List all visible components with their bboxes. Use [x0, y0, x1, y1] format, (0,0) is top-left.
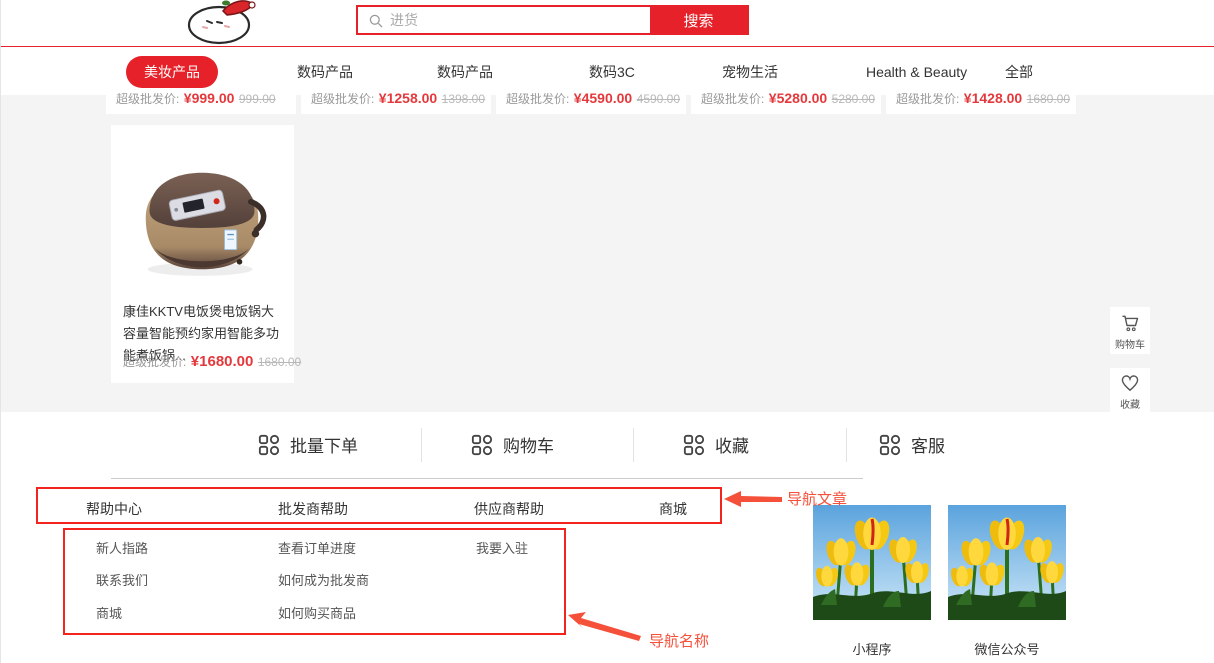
qr-mini-program-label: 小程序 [813, 639, 931, 658]
tulip-photo [813, 505, 931, 620]
service-divider [421, 428, 422, 462]
footer-link-how-to-buy[interactable]: 如何购买商品 [278, 603, 356, 622]
side-cart-button[interactable]: 购物车 [1110, 307, 1150, 354]
price-value: ¥4590.00 [574, 93, 632, 106]
price-original: 4590.00 [637, 93, 680, 106]
price-label: 超级批发价: [896, 93, 959, 106]
service-label: 收藏 [715, 432, 749, 457]
tab-digital-products-1[interactable]: 数码产品 [297, 62, 353, 82]
footer-link-contact-us[interactable]: 联系我们 [96, 570, 148, 589]
price-original: 1680.00 [1027, 93, 1070, 106]
price-original: 5280.00 [832, 93, 875, 106]
search-icon [368, 13, 384, 29]
price-value: ¥999.00 [184, 93, 235, 106]
footer-divider-line [111, 478, 863, 479]
product-card-clipped-2[interactable]: 超级批发价: ¥1258.00 1398.00 [301, 93, 491, 114]
product-card-clipped-5[interactable]: 超级批发价: ¥1428.00 1680.00 [886, 93, 1076, 114]
page: 搜索 美妆产品 数码产品 数码产品 数码3C 宠物生活 Health & Bea… [0, 0, 1214, 663]
footer-link-mall[interactable]: 商城 [96, 603, 122, 622]
product-card-clipped-4[interactable]: 超级批发价: ¥5280.00 5280.00 [691, 93, 881, 114]
site-logo[interactable] [173, 0, 269, 45]
heart-icon [1120, 374, 1140, 393]
cartoon-face-santa-hat-icon [173, 0, 269, 45]
grid-icon [258, 434, 280, 456]
footer-nav-mall[interactable]: 商城 [659, 499, 687, 519]
service-label: 客服 [911, 432, 945, 457]
tab-health-beauty[interactable]: Health & Beauty [866, 62, 967, 82]
price-value: ¥1680.00 [191, 353, 254, 370]
product-card-rice-cooker[interactable]: 康佳KKTV电饭煲电饭锅大容量智能预约家用智能多功能煮饭锅... 超级批发价: … [111, 125, 294, 383]
footer-service-cart[interactable]: 购物车 [471, 432, 554, 457]
grid-icon [471, 434, 493, 456]
footer-link-order-progress[interactable]: 查看订单进度 [278, 538, 356, 557]
footer-nav-wholesaler-help[interactable]: 批发商帮助 [278, 499, 348, 519]
service-divider [633, 428, 634, 462]
price-value: ¥1258.00 [379, 93, 437, 106]
side-cart-label: 购物车 [1110, 340, 1150, 352]
price-original: 999.00 [239, 93, 276, 106]
grid-icon [683, 434, 705, 456]
footer-nav-help-center[interactable]: 帮助中心 [86, 499, 142, 519]
header: 搜索 [1, 0, 1214, 47]
product-card-clipped-1[interactable]: 超级批发价: ¥999.00 999.00 [106, 93, 296, 114]
price-label: 超级批发价: [123, 355, 186, 369]
price-label: 超级批发价: [311, 93, 374, 106]
price-label: 超级批发价: [701, 93, 764, 106]
price-value: ¥5280.00 [769, 93, 827, 106]
tab-all[interactable]: 全部 [1005, 62, 1033, 82]
footer-service-customer-service[interactable]: 客服 [879, 432, 945, 457]
service-divider [846, 428, 847, 462]
search-input[interactable] [358, 7, 650, 33]
footer-link-newbie-guide[interactable]: 新人指路 [96, 538, 148, 557]
cart-icon [1120, 313, 1140, 333]
price-original: 1398.00 [442, 93, 485, 106]
service-label: 批量下单 [290, 432, 358, 457]
category-navbar: 美妆产品 数码产品 数码产品 数码3C 宠物生活 Health & Beauty… [1, 48, 1214, 95]
rice-cooker-image [127, 133, 277, 293]
tab-digital-3c[interactable]: 数码3C [589, 62, 635, 82]
qr-wechat-official: 微信公众号 [948, 505, 1066, 658]
product-grid-area: 超级批发价: ¥999.00 999.00 超级批发价: ¥1258.00 13… [1, 95, 1214, 412]
footer-service-bulk-order[interactable]: 批量下单 [258, 432, 358, 457]
tab-pet-life[interactable]: 宠物生活 [722, 62, 778, 82]
tab-beauty-products-active[interactable]: 美妆产品 [126, 56, 218, 88]
grid-icon [879, 434, 901, 456]
qr-wechat-official-label: 微信公众号 [948, 639, 1066, 658]
price-value: ¥1428.00 [964, 93, 1022, 106]
side-favorites-button[interactable]: 收藏 [1110, 368, 1150, 413]
footer-link-join-us[interactable]: 我要入驻 [476, 538, 528, 557]
qr-mini-program: 小程序 [813, 505, 931, 658]
tab-digital-products-2[interactable]: 数码产品 [437, 62, 493, 82]
footer: 批量下单 购物车 收藏 客服 帮助中心 批发商帮助 供应商帮助 商城 新人指路 … [1, 412, 1214, 663]
product-card-clipped-3[interactable]: 超级批发价: ¥4590.00 4590.00 [496, 93, 686, 114]
search-button[interactable]: 搜索 [650, 7, 747, 33]
price-label: 超级批发价: [506, 93, 569, 106]
service-label: 购物车 [503, 432, 554, 457]
tulip-photo [948, 505, 1066, 620]
footer-link-become-wholesaler[interactable]: 如何成为批发商 [278, 570, 369, 589]
side-favorites-label: 收藏 [1110, 400, 1150, 412]
price-label: 超级批发价: [116, 93, 179, 106]
search-box: 搜索 [356, 5, 749, 35]
footer-nav-supplier-help[interactable]: 供应商帮助 [474, 499, 544, 519]
price-original: 1680.00 [258, 355, 301, 369]
footer-service-favorites[interactable]: 收藏 [683, 432, 749, 457]
